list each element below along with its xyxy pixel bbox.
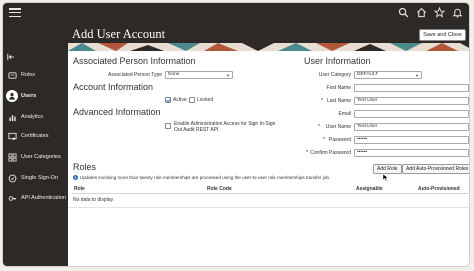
roles-icon	[7, 70, 17, 80]
user-name-field[interactable]: Test.User	[354, 123, 469, 131]
roles-heading: Roles	[73, 162, 97, 172]
sidebar-item-label: Certificates	[21, 133, 49, 139]
add-auto-provisioned-roles-button[interactable]: Add Auto-Provisioned Roles	[402, 164, 469, 174]
bell-icon[interactable]	[452, 7, 463, 18]
admin-access-checkbox[interactable]	[165, 123, 171, 129]
roles-empty-text: No data to display.	[73, 197, 115, 203]
page-title: Add User Account	[72, 27, 166, 41]
menu-icon[interactable]	[9, 8, 21, 18]
password-required-mark: *	[323, 137, 325, 143]
main-content: Associated Person Information Associated…	[68, 51, 469, 266]
user-category-label: User Category	[318, 72, 351, 78]
app-window: Add User Account Save and Close Roles Us…	[2, 2, 470, 267]
roles-info-text: Updates involving more than twenty role …	[80, 175, 331, 180]
password-label: Password	[329, 137, 351, 143]
last-name-required-mark: *	[321, 98, 323, 104]
roles-table-header: Role Role Code Assignable Auto-Provision…	[72, 184, 469, 194]
sidebar-item-analytics[interactable]: Analytics	[3, 109, 68, 125]
account-info-heading: Account Information	[73, 82, 154, 92]
first-name-label: First Name	[326, 85, 351, 91]
users-icon	[6, 90, 18, 102]
info-icon	[73, 175, 78, 180]
user-name-required-mark: *	[318, 124, 320, 130]
sidebar-item-label: API Authentication	[21, 195, 66, 201]
user-categories-icon	[7, 152, 17, 162]
sidebar-item-label: User Categories	[21, 154, 61, 160]
user-name-label: User Name	[325, 124, 351, 130]
collapse-sidebar-icon[interactable]	[7, 53, 15, 61]
advanced-info-heading: Advanced Information	[73, 107, 161, 117]
global-toolbar	[398, 7, 463, 18]
save-and-close-button[interactable]: Save and Close	[419, 29, 466, 41]
sidebar-item-label: Roles	[21, 72, 36, 78]
admin-access-label-line2: Out Audit REST API	[174, 127, 219, 133]
email-label: Email	[338, 111, 351, 117]
user-category-select[interactable]: DEFAULT ▼	[354, 71, 422, 79]
certificates-icon	[7, 131, 17, 141]
sidebar-item-certificates[interactable]: Certificates	[3, 128, 68, 144]
sidebar-item-users[interactable]: Users	[3, 88, 68, 104]
search-icon[interactable]	[398, 7, 409, 18]
chevron-down-icon: ▼	[415, 73, 419, 78]
associated-person-heading: Associated Person Information	[73, 56, 196, 66]
column-header-assignable[interactable]: Assignable	[356, 186, 383, 192]
confirm-password-label: Confirm Password	[310, 150, 351, 156]
first-name-field[interactable]	[354, 84, 469, 92]
mouse-cursor-icon	[382, 173, 389, 181]
analytics-icon	[7, 112, 17, 122]
column-header-auto-provisioned[interactable]: Auto-Provisioned	[418, 186, 460, 192]
decorative-banner	[68, 43, 469, 51]
sidebar-item-label: Analytics	[21, 114, 44, 120]
locked-label: Locked	[197, 97, 214, 103]
table-divider	[68, 207, 469, 208]
sidebar: Roles Users Analytics Certificates User …	[3, 49, 68, 266]
column-header-role-code[interactable]: Role Code	[207, 186, 232, 192]
active-label: Active	[173, 97, 187, 103]
api-icon	[7, 193, 17, 203]
last-name-field[interactable]: Test User	[354, 97, 469, 105]
last-name-label: Last Name	[326, 98, 351, 104]
sidebar-item-user-categories[interactable]: User Categories	[3, 149, 68, 165]
associated-person-type-label: Associated Person Type	[108, 72, 162, 78]
user-category-value: DEFAULT	[357, 72, 379, 77]
home-icon[interactable]	[416, 7, 427, 18]
column-header-role[interactable]: Role	[74, 186, 85, 192]
user-info-heading: User Information	[304, 56, 371, 66]
sidebar-item-label: Single Sign-On	[21, 175, 58, 181]
sidebar-item-label: Users	[21, 93, 37, 99]
password-field[interactable]: ••••••	[354, 136, 469, 144]
associated-person-type-value: None	[168, 72, 180, 77]
sidebar-item-roles[interactable]: Roles	[3, 67, 68, 83]
confirm-password-required-mark: *	[306, 150, 308, 156]
associated-person-type-select[interactable]: None ▼	[165, 71, 233, 79]
chevron-down-icon: ▼	[226, 73, 230, 78]
sidebar-item-single-sign-on[interactable]: Single Sign-On	[3, 170, 68, 186]
email-field[interactable]	[354, 110, 469, 118]
sso-icon	[7, 173, 17, 183]
confirm-password-field[interactable]: ••••••	[354, 149, 469, 157]
locked-checkbox[interactable]	[189, 97, 195, 103]
sidebar-item-api-authentication[interactable]: API Authentication	[3, 190, 68, 206]
star-icon[interactable]	[434, 7, 445, 18]
active-checkbox[interactable]	[165, 97, 171, 103]
